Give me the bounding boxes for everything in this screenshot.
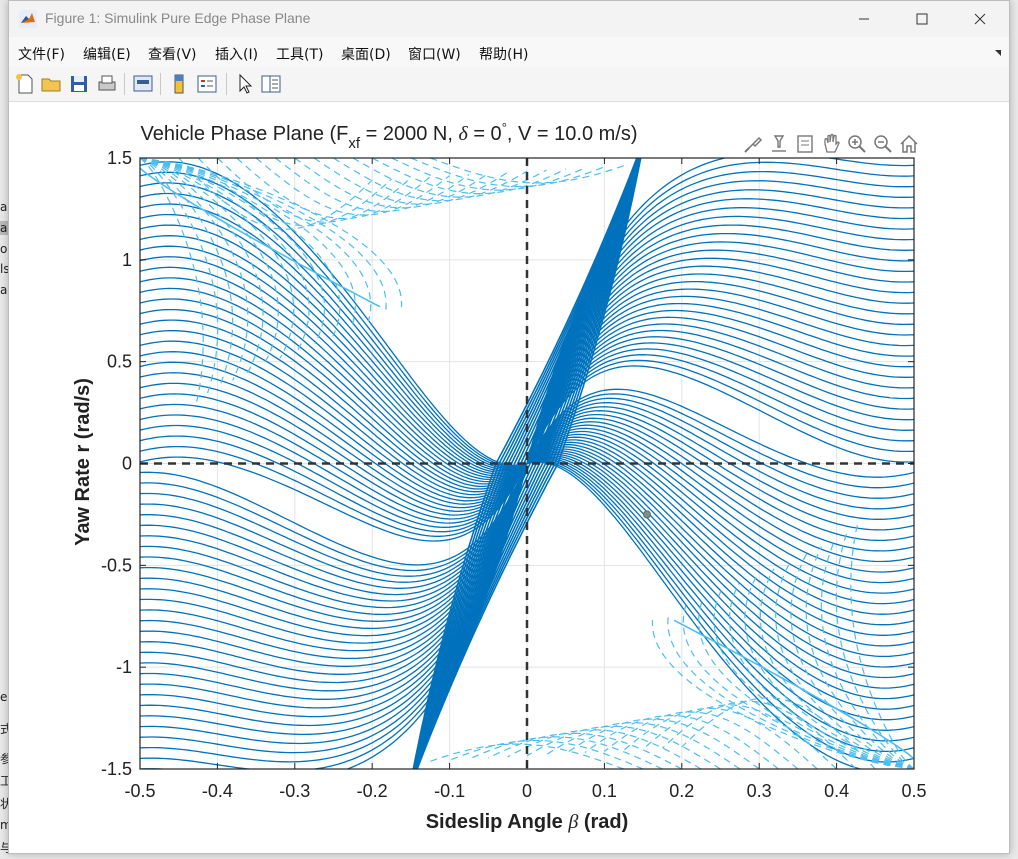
figure-window: Figure 1: Simulink Pure Edge Phase Plane… (8, 0, 1010, 854)
select-pointer-icon[interactable] (233, 72, 257, 96)
open-file-icon[interactable] (39, 72, 63, 96)
menu-desktop[interactable]: 桌面(D) (341, 44, 391, 64)
close-button[interactable] (951, 1, 1009, 37)
x-tick-label: -0.4 (202, 781, 233, 801)
window-title: Figure 1: Simulink Pure Edge Phase Plane (45, 10, 311, 26)
minimize-button[interactable] (835, 1, 893, 37)
colorbar-icon[interactable] (167, 72, 191, 96)
matlab-icon (19, 10, 37, 28)
x-tick-label: -0.1 (434, 781, 465, 801)
y-tick-label: -1.5 (101, 759, 132, 779)
x-tick-label: 0.1 (592, 781, 617, 801)
x-tick-label: 0 (522, 781, 532, 801)
menu-insert[interactable]: 插入(I) (215, 44, 258, 64)
background-text: e (0, 690, 8, 704)
menu-window[interactable]: 窗口(W) (408, 44, 461, 64)
chart-title-prefix: Vehicle Phase Plane (F (140, 123, 348, 145)
x-axis-label-symbol: β (567, 811, 578, 833)
minimize-icon (859, 18, 869, 20)
zoom-in-icon[interactable] (845, 132, 869, 156)
y-tick-label: 1 (122, 250, 132, 270)
brush-icon[interactable] (741, 132, 765, 156)
maximize-icon (916, 13, 928, 25)
x-axis-label: Sideslip Angle β (rad) (426, 811, 629, 833)
x-tick-label: 0.3 (747, 781, 772, 801)
legend-icon[interactable] (195, 72, 219, 96)
menu-edit[interactable]: 编辑(E) (83, 44, 131, 64)
menu-bar: 文件(F) 编辑(E) 查看(V) 插入(I) 工具(T) 桌面(D) 窗口(W… (9, 37, 1009, 68)
menu-view[interactable]: 查看(V) (148, 44, 197, 64)
y-axis-label: Yaw Rate r (rad/s) (72, 378, 94, 546)
figure-toolbar (9, 67, 1009, 102)
marker-point[interactable] (642, 510, 651, 519)
property-inspector-icon[interactable] (259, 72, 283, 96)
chart-title-subscript: xf (348, 135, 361, 152)
chart-title-middle: = 2000 N, (360, 123, 458, 145)
y-tick-label: -0.5 (101, 555, 132, 575)
print-icon[interactable] (95, 72, 119, 96)
figure-canvas: Vehicle Phase Plane (Fxf = 2000 N, δ = 0… (9, 102, 1009, 853)
x-tick-label: 0.5 (901, 781, 926, 801)
data-marker[interactable] (642, 510, 651, 519)
menu-file[interactable]: 文件(F) (18, 44, 65, 64)
home-icon[interactable] (897, 132, 921, 156)
select-data-icon[interactable] (793, 132, 817, 156)
y-tick-label: -1 (116, 657, 132, 677)
pan-icon[interactable] (819, 132, 843, 156)
chart-title-delta-value: = 0 (468, 123, 502, 145)
x-tick-label: 0.2 (669, 781, 694, 801)
y-tick-label: 0 (122, 454, 132, 474)
x-tick-label: 0.4 (824, 781, 849, 801)
phase-plane-chart[interactable]: Vehicle Phase Plane (Fxf = 2000 N, δ = 0… (9, 102, 1009, 853)
x-tick-label: -0.3 (279, 781, 310, 801)
title-bar[interactable]: Figure 1: Simulink Pure Edge Phase Plane (9, 1, 1009, 37)
chart-title: Vehicle Phase Plane (Fxf = 2000 N, δ = 0… (140, 120, 637, 152)
menu-tools[interactable]: 工具(T) (276, 44, 323, 64)
data-tips-icon[interactable] (767, 132, 791, 156)
axes-toolbar (741, 132, 921, 156)
x-tick-label: -0.5 (124, 781, 155, 801)
y-tick-label: 0.5 (107, 352, 132, 372)
new-figure-icon[interactable] (13, 72, 37, 96)
menu-arrow-icon[interactable] (994, 47, 1004, 57)
x-axis-label-pre: Sideslip Angle (426, 811, 569, 833)
x-axis-label-post: (rad) (578, 811, 628, 833)
maximize-button[interactable] (893, 1, 951, 37)
zoom-out-icon[interactable] (871, 132, 895, 156)
x-tick-label: -0.2 (357, 781, 388, 801)
save-icon[interactable] (67, 72, 91, 96)
close-icon (974, 13, 986, 25)
y-tick-label: 1.5 (107, 148, 132, 168)
chart-title-suffix: , V = 10.0 m/s) (507, 123, 638, 145)
print-preview-icon[interactable] (131, 72, 155, 96)
menu-help[interactable]: 帮助(H) (479, 44, 528, 64)
